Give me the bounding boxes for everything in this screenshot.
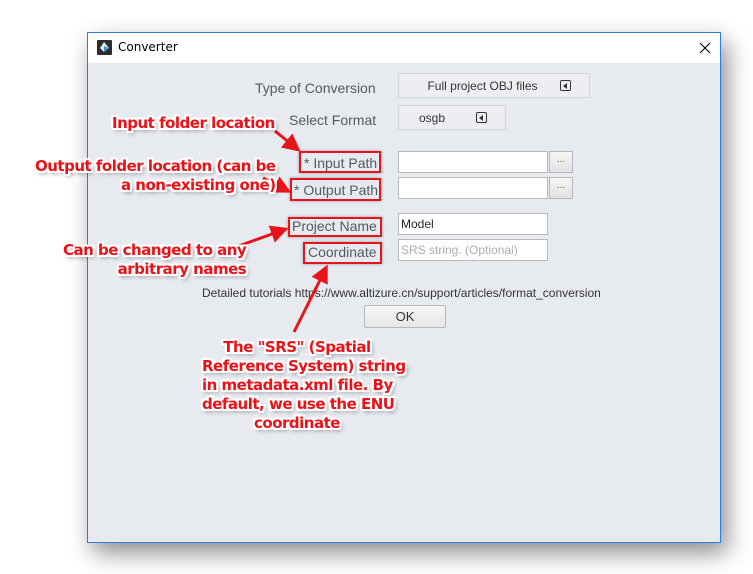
close-icon — [699, 42, 711, 54]
title-bar: Converter — [88, 33, 720, 63]
input-path-browse-button[interactable]: ... — [549, 151, 573, 173]
coordinate-annotation: The "SRS" (Spatial Reference System) str… — [202, 338, 406, 433]
window-title: Converter — [118, 40, 178, 54]
output-path-highlight-box — [290, 178, 381, 201]
annotation-line: Output folder location (can be — [35, 157, 276, 175]
conversion-type-value: Full project OBJ files — [427, 78, 538, 93]
output-path-field[interactable] — [398, 177, 548, 199]
annotation-line: in metadata.xml file. By — [202, 376, 393, 394]
annotation-line: default, we use the ENU — [202, 395, 395, 413]
annotation-line: The "SRS" (Spatial — [223, 338, 371, 356]
coordinate-highlight-box — [303, 242, 382, 264]
input-folder-annotation: Input folder location — [112, 114, 275, 132]
project-name-field[interactable] — [398, 213, 548, 235]
annotation-line: coordinate — [254, 414, 340, 432]
annotation-line: Can be changed to any — [63, 241, 247, 259]
coordinate-field[interactable] — [398, 239, 548, 261]
annotation-line: Reference System) string — [202, 357, 406, 375]
dropdown-arrow-icon — [560, 80, 571, 91]
app-logo-icon — [97, 40, 112, 55]
input-path-field[interactable] — [398, 151, 548, 173]
ok-button[interactable]: OK — [364, 305, 446, 328]
close-button[interactable] — [690, 33, 720, 63]
format-value: osgb — [419, 110, 446, 125]
input-path-highlight-box — [299, 151, 381, 173]
annotation-line: a non-existing one) — [120, 176, 276, 194]
tutorial-link-text[interactable]: Detailed tutorials https://www.altizure.… — [202, 286, 601, 300]
output-folder-annotation: Output folder location (can be a non-exi… — [35, 157, 276, 195]
output-path-browse-button[interactable]: ... — [549, 177, 573, 199]
conversion-type-label: Type of Conversion — [255, 80, 376, 96]
format-dropdown[interactable]: osgb — [398, 105, 506, 130]
project-name-annotation: Can be changed to any arbitrary names — [63, 241, 247, 279]
dropdown-arrow-icon — [476, 112, 487, 123]
project-name-highlight-box — [288, 217, 382, 237]
annotation-line: arbitrary names — [117, 260, 247, 278]
format-label: Select Format — [289, 112, 377, 128]
conversion-type-dropdown[interactable]: Full project OBJ files — [398, 73, 590, 98]
